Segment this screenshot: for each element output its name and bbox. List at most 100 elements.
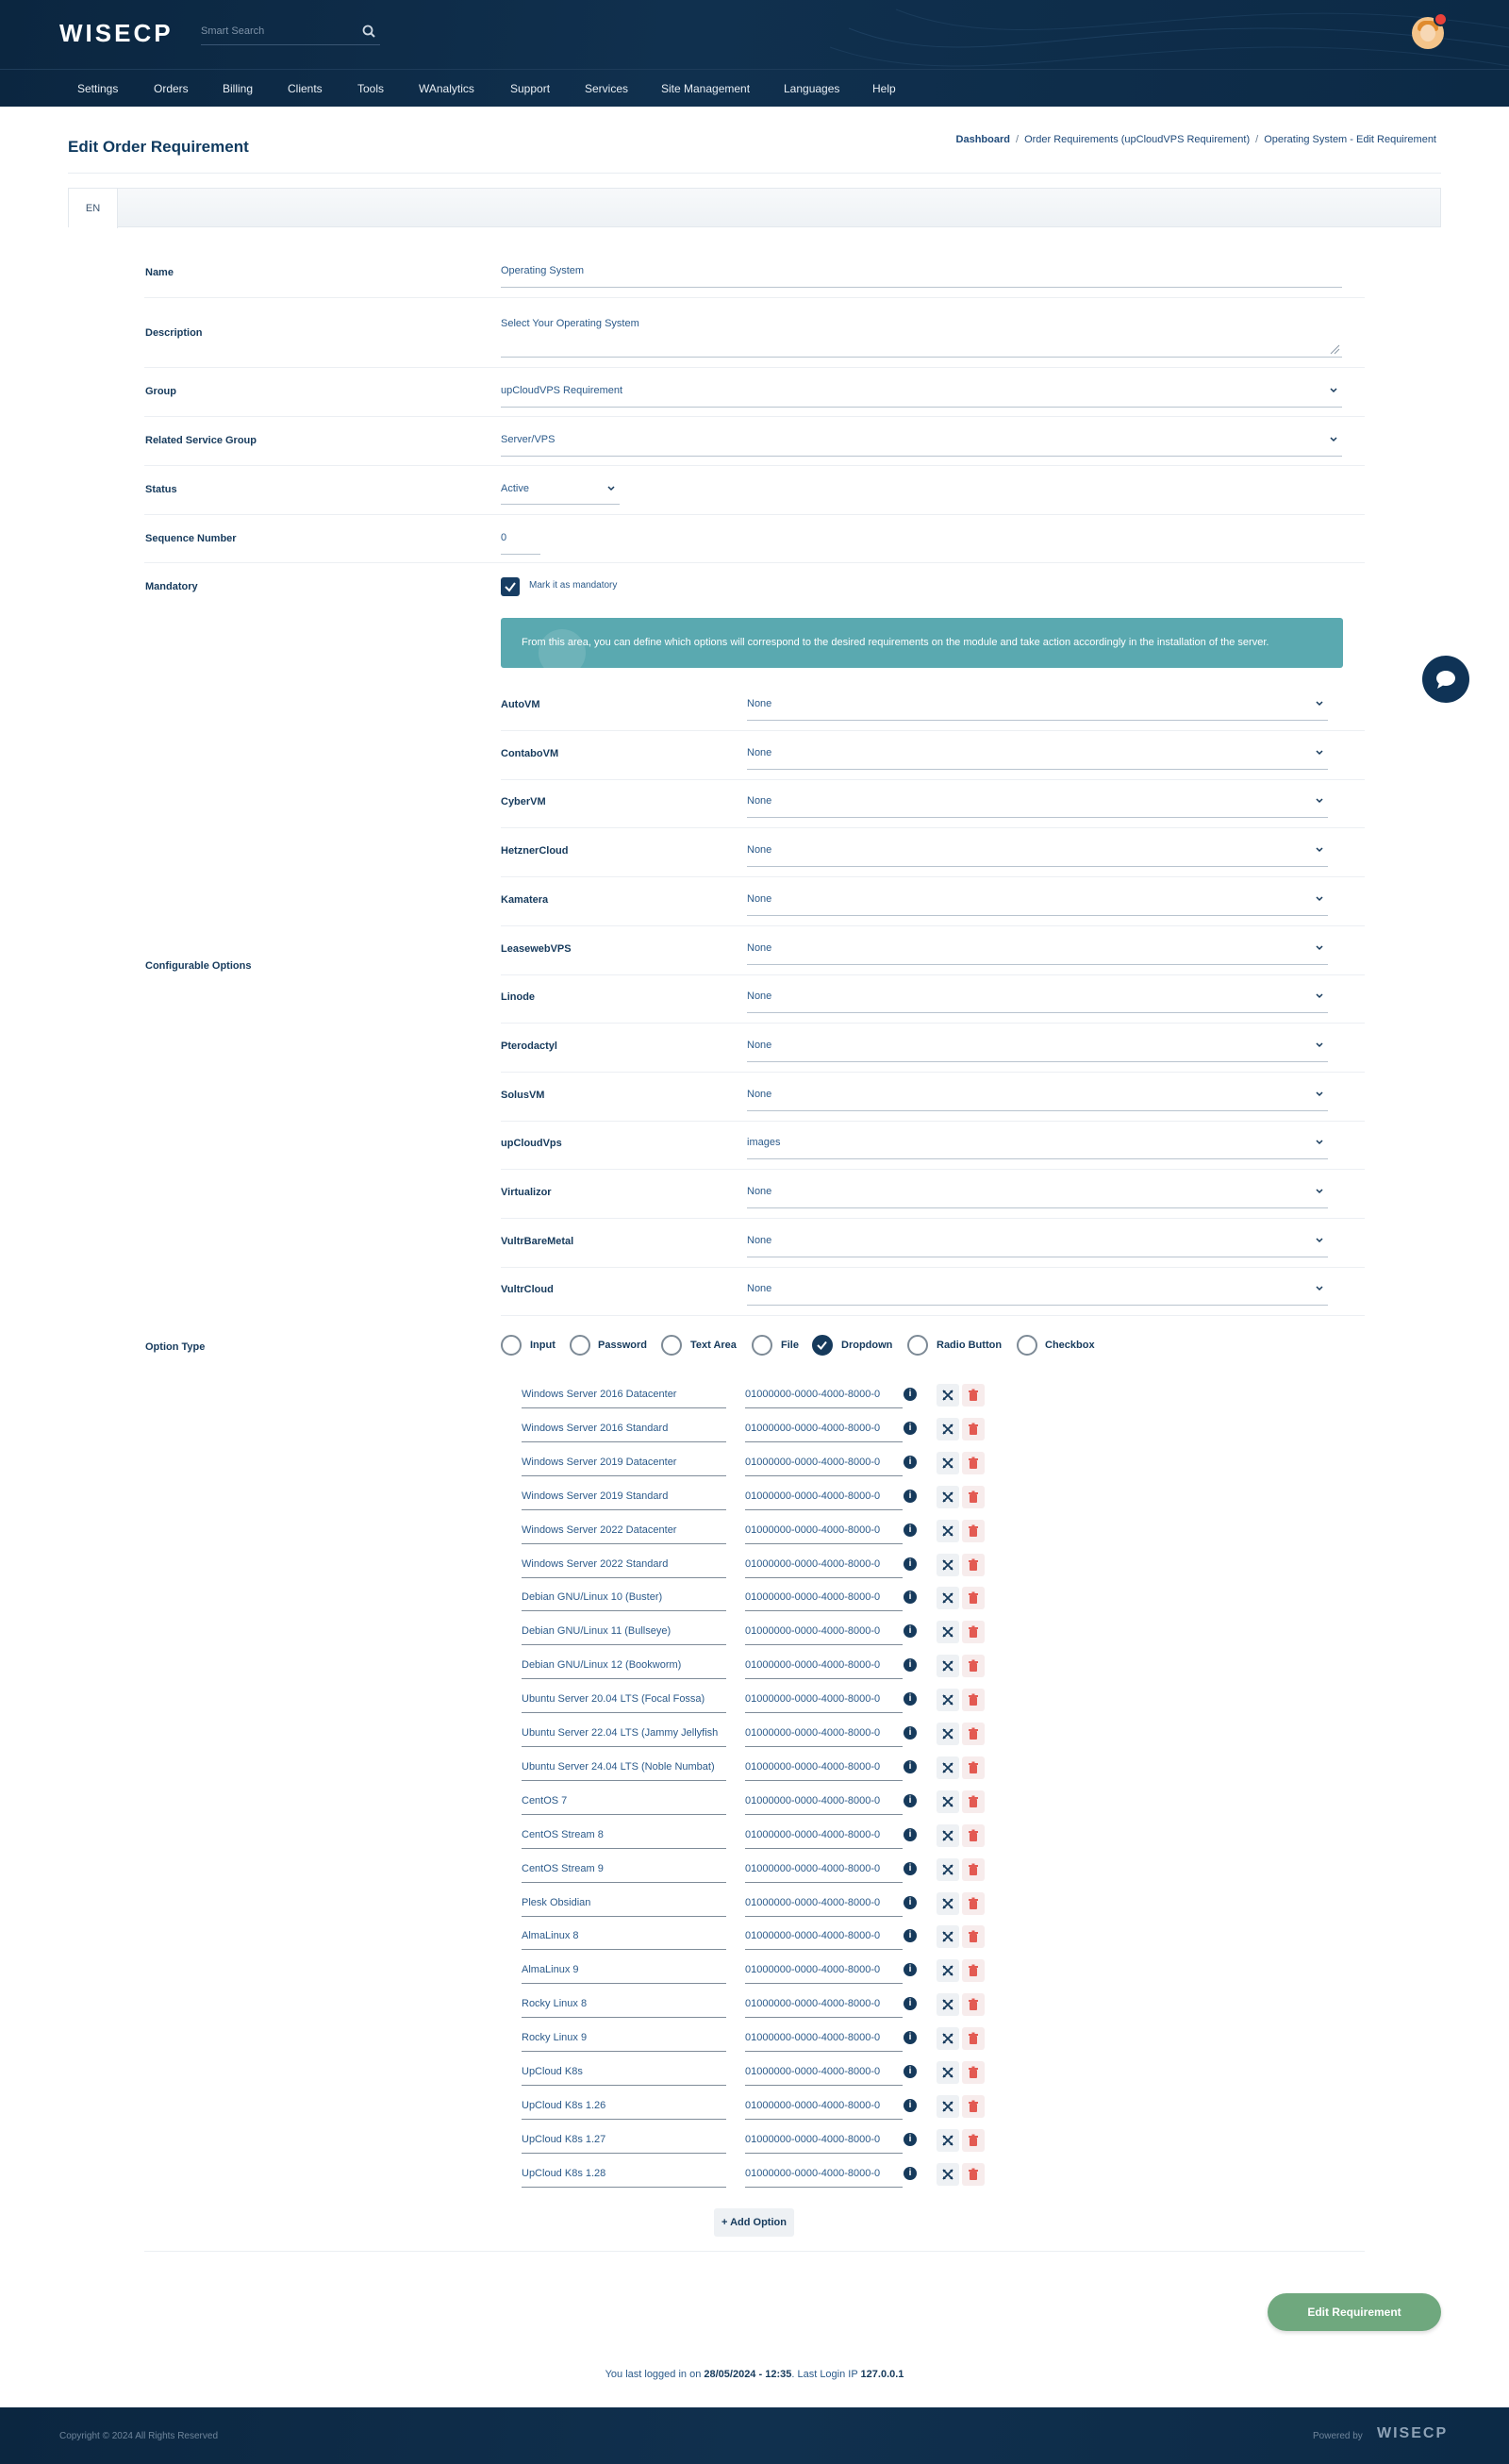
option-name-input[interactable]: Ubuntu Server 20.04 LTS (Focal Fossa) bbox=[522, 1693, 705, 1705]
delete-option-button[interactable] bbox=[962, 2162, 985, 2186]
nav-site-management[interactable]: Site Management bbox=[661, 82, 750, 95]
move-option-button[interactable] bbox=[937, 1891, 959, 1915]
info-icon[interactable]: i bbox=[904, 1455, 917, 1469]
option-name-input[interactable]: Windows Server 2022 Datacenter bbox=[522, 1524, 676, 1536]
move-option-button[interactable] bbox=[937, 1723, 959, 1745]
chevron-down-icon[interactable] bbox=[1315, 894, 1324, 904]
module-select-pterodactyl[interactable]: None bbox=[747, 1040, 771, 1051]
option-value-input[interactable]: 01000000-0000-4000-8000-0 bbox=[745, 1829, 901, 1840]
info-icon[interactable]: i bbox=[904, 2166, 917, 2180]
option-name-input[interactable]: UpCloud K8s 1.27 bbox=[522, 2134, 605, 2145]
info-icon[interactable]: i bbox=[904, 1861, 917, 1875]
module-select-autovm[interactable]: None bbox=[747, 698, 771, 709]
module-select-vultrbaremetal[interactable]: None bbox=[747, 1235, 771, 1246]
chevron-down-icon[interactable] bbox=[1315, 1187, 1324, 1196]
move-option-button[interactable] bbox=[937, 1689, 959, 1712]
radio-label-password[interactable]: Password bbox=[598, 1340, 647, 1351]
radio-radio-button[interactable] bbox=[907, 1335, 928, 1356]
nav-tools[interactable]: Tools bbox=[357, 82, 384, 95]
nav-orders[interactable]: Orders bbox=[154, 82, 189, 95]
search-icon[interactable] bbox=[361, 24, 376, 39]
breadcrumb-dashboard[interactable]: Dashboard bbox=[956, 134, 1010, 145]
nav-billing[interactable]: Billing bbox=[223, 82, 253, 95]
delete-option-button[interactable] bbox=[962, 1756, 985, 1779]
option-value-input[interactable]: 01000000-0000-4000-8000-0 bbox=[745, 1761, 901, 1773]
move-option-button[interactable] bbox=[937, 1553, 959, 1576]
option-value-input[interactable]: 01000000-0000-4000-8000-0 bbox=[745, 2134, 901, 2145]
delete-option-button[interactable] bbox=[962, 1485, 985, 1508]
footer-logo[interactable]: WISECP bbox=[1377, 2425, 1448, 2442]
info-icon[interactable]: i bbox=[904, 1523, 917, 1537]
delete-option-button[interactable] bbox=[962, 1519, 985, 1542]
move-option-button[interactable] bbox=[937, 1384, 959, 1407]
info-icon[interactable]: i bbox=[904, 1929, 917, 1943]
chevron-down-icon[interactable] bbox=[1329, 435, 1338, 444]
delete-option-button[interactable] bbox=[962, 1823, 985, 1847]
radio-label-input[interactable]: Input bbox=[530, 1340, 556, 1351]
move-option-button[interactable] bbox=[937, 1451, 959, 1474]
live-chat-button[interactable] bbox=[1422, 656, 1469, 703]
mandatory-checkbox[interactable] bbox=[501, 577, 520, 596]
move-option-button[interactable] bbox=[937, 1485, 959, 1508]
option-name-input[interactable]: Plesk Obsidian bbox=[522, 1897, 590, 1908]
move-option-button[interactable] bbox=[937, 1519, 959, 1542]
module-select-vultrcloud[interactable]: None bbox=[747, 1283, 771, 1294]
option-name-input[interactable]: CentOS Stream 8 bbox=[522, 1829, 604, 1840]
delete-option-button[interactable] bbox=[962, 2128, 985, 2152]
tab-language-en[interactable]: EN bbox=[69, 189, 118, 228]
chevron-down-icon[interactable] bbox=[1329, 386, 1338, 395]
notification-badge[interactable] bbox=[1434, 12, 1448, 26]
delete-option-button[interactable] bbox=[962, 1689, 985, 1712]
option-value-input[interactable]: 01000000-0000-4000-8000-0 bbox=[745, 1558, 901, 1570]
radio-checkbox[interactable] bbox=[1017, 1335, 1037, 1356]
info-icon[interactable]: i bbox=[904, 1692, 917, 1706]
delete-option-button[interactable] bbox=[962, 2061, 985, 2084]
info-icon[interactable]: i bbox=[904, 2132, 917, 2146]
move-option-button[interactable] bbox=[937, 2128, 959, 2152]
option-name-input[interactable]: UpCloud K8s bbox=[522, 2066, 583, 2077]
wisecp-logo[interactable]: WISECP bbox=[59, 19, 174, 48]
related-service-group-select[interactable]: Server/VPS bbox=[501, 434, 555, 445]
info-icon[interactable]: i bbox=[904, 1726, 917, 1740]
nav-clients[interactable]: Clients bbox=[288, 82, 323, 95]
move-option-button[interactable] bbox=[937, 1959, 959, 1983]
delete-option-button[interactable] bbox=[962, 1553, 985, 1576]
info-icon[interactable]: i bbox=[904, 1388, 917, 1401]
info-icon[interactable]: i bbox=[904, 1827, 917, 1841]
option-value-input[interactable]: 01000000-0000-4000-8000-0 bbox=[745, 1727, 901, 1739]
delete-option-button[interactable] bbox=[962, 1723, 985, 1745]
move-option-button[interactable] bbox=[937, 1417, 959, 1440]
option-value-input[interactable]: 01000000-0000-4000-8000-0 bbox=[745, 1659, 901, 1671]
move-option-button[interactable] bbox=[937, 1925, 959, 1949]
move-option-button[interactable] bbox=[937, 2027, 959, 2051]
resize-handle-icon[interactable] bbox=[1329, 343, 1340, 355]
chevron-down-icon[interactable] bbox=[606, 484, 616, 493]
radio-password[interactable] bbox=[570, 1335, 590, 1356]
option-value-input[interactable]: 01000000-0000-4000-8000-0 bbox=[745, 1490, 901, 1502]
info-icon[interactable]: i bbox=[904, 1489, 917, 1503]
delete-option-button[interactable] bbox=[962, 2094, 985, 2118]
move-option-button[interactable] bbox=[937, 1655, 959, 1678]
delete-option-button[interactable] bbox=[962, 1790, 985, 1813]
delete-option-button[interactable] bbox=[962, 1451, 985, 1474]
move-option-button[interactable] bbox=[937, 1756, 959, 1779]
delete-option-button[interactable] bbox=[962, 1993, 985, 2017]
search-input[interactable] bbox=[201, 19, 352, 43]
info-icon[interactable]: i bbox=[904, 1624, 917, 1639]
option-name-input[interactable]: Windows Server 2022 Standard bbox=[522, 1558, 668, 1570]
delete-option-button[interactable] bbox=[962, 1857, 985, 1881]
move-option-button[interactable] bbox=[937, 1790, 959, 1813]
info-icon[interactable]: i bbox=[904, 1793, 917, 1807]
sequence-number-input[interactable]: 0 bbox=[501, 532, 506, 543]
option-value-input[interactable]: 01000000-0000-4000-8000-0 bbox=[745, 1897, 901, 1908]
radio-label-checkbox[interactable]: Checkbox bbox=[1045, 1340, 1095, 1351]
option-value-input[interactable]: 01000000-0000-4000-8000-0 bbox=[745, 1930, 901, 1941]
info-icon[interactable]: i bbox=[904, 2031, 917, 2045]
info-icon[interactable]: i bbox=[904, 1895, 917, 1909]
module-select-solusvm[interactable]: None bbox=[747, 1089, 771, 1100]
chevron-down-icon[interactable] bbox=[1315, 1041, 1324, 1050]
option-name-input[interactable]: Debian GNU/Linux 11 (Bullseye) bbox=[522, 1625, 671, 1637]
module-select-kamatera[interactable]: None bbox=[747, 893, 771, 905]
module-select-hetznercloud[interactable]: None bbox=[747, 844, 771, 856]
move-option-button[interactable] bbox=[937, 2094, 959, 2118]
